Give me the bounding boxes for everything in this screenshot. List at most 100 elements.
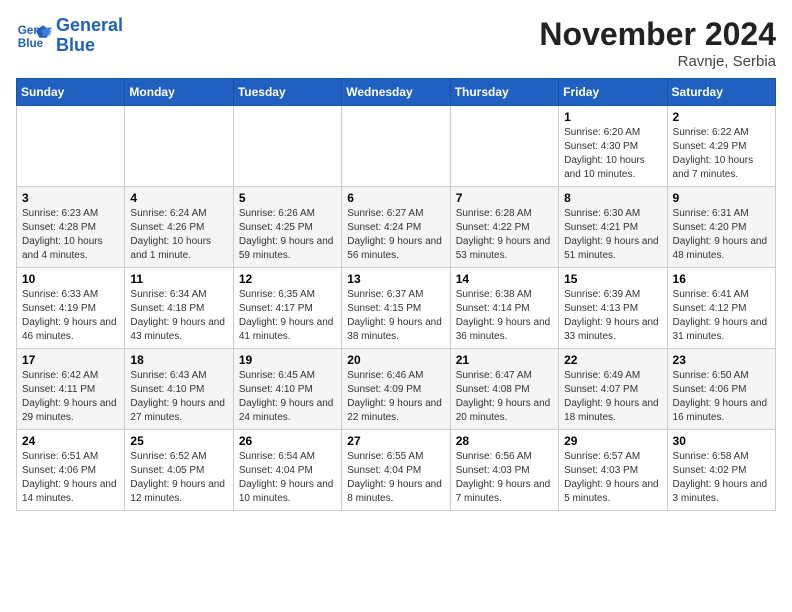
week-row-4: 17Sunrise: 6:42 AM Sunset: 4:11 PM Dayli… xyxy=(17,349,776,430)
logo-icon: General Blue xyxy=(16,18,52,54)
day-cell: 5 Sunrise: 6:26 AM Sunset: 4:25 PM Daylig… xyxy=(233,187,341,268)
day-number: 24 xyxy=(22,434,119,448)
day-info: Sunrise: 6:37 AM Sunset: 4:15 PM Dayligh… xyxy=(347,288,444,344)
day-info: Sunrise: 6:56 AM Sunset: 4:03 PM Dayligh… xyxy=(456,450,553,506)
svg-text:Blue: Blue xyxy=(18,37,44,50)
day-info: Sunrise: 6:39 AM Sunset: 4:13 PM Dayligh… xyxy=(564,288,661,344)
day-info: Sunrise: 6:51 AM Sunset: 4:06 PM Dayligh… xyxy=(22,450,119,506)
day-number: 19 xyxy=(239,353,336,367)
calendar-header: Sunday Monday Tuesday Wednesday Thursday… xyxy=(17,79,776,106)
day-info: Sunrise: 6:58 AM Sunset: 4:02 PM Dayligh… xyxy=(673,450,770,506)
day-number: 8 xyxy=(564,191,661,205)
day-cell: 22Sunrise: 6:49 AM Sunset: 4:07 PM Dayli… xyxy=(559,349,667,430)
day-cell: 2 Sunrise: 6:22 AM Sunset: 4:29 PM Daylig… xyxy=(667,106,775,187)
day-cell: 18Sunrise: 6:43 AM Sunset: 4:10 PM Dayli… xyxy=(125,349,233,430)
day-info: Sunrise: 6:28 AM Sunset: 4:22 PM Dayligh… xyxy=(456,207,553,263)
day-info: Sunrise: 6:30 AM Sunset: 4:21 PM Dayligh… xyxy=(564,207,661,263)
title-block: November 2024 Ravnje, Serbia xyxy=(539,16,776,70)
day-info: Sunrise: 6:22 AM Sunset: 4:29 PM Dayligh… xyxy=(673,126,770,182)
day-number: 28 xyxy=(456,434,553,448)
col-tuesday: Tuesday xyxy=(233,79,341,106)
day-cell xyxy=(125,106,233,187)
weekday-row: Sunday Monday Tuesday Wednesday Thursday… xyxy=(17,79,776,106)
day-info: Sunrise: 6:55 AM Sunset: 4:04 PM Dayligh… xyxy=(347,450,444,506)
day-cell: 27 Sunrise: 6:55 AM Sunset: 4:04 PM Dayli… xyxy=(342,430,450,511)
col-wednesday: Wednesday xyxy=(342,79,450,106)
day-cell xyxy=(450,106,558,187)
day-info: Sunrise: 6:35 AM Sunset: 4:17 PM Dayligh… xyxy=(239,288,336,344)
day-number: 27 xyxy=(347,434,444,448)
day-number: 10 xyxy=(22,272,119,286)
week-row-3: 10 Sunrise: 6:33 AM Sunset: 4:19 PM Dayli… xyxy=(17,268,776,349)
day-cell: 21 Sunrise: 6:47 AM Sunset: 4:08 PM Dayli… xyxy=(450,349,558,430)
day-cell: 26 Sunrise: 6:54 AM Sunset: 4:04 PM Dayli… xyxy=(233,430,341,511)
day-info: Sunrise: 6:49 AM Sunset: 4:07 PM Dayligh… xyxy=(564,369,661,425)
day-cell: 10 Sunrise: 6:33 AM Sunset: 4:19 PM Dayli… xyxy=(17,268,125,349)
day-cell: 3Sunrise: 6:23 AM Sunset: 4:28 PM Daylig… xyxy=(17,187,125,268)
day-cell: 11Sunrise: 6:34 AM Sunset: 4:18 PM Dayli… xyxy=(125,268,233,349)
day-number: 20 xyxy=(347,353,444,367)
day-cell: 8 Sunrise: 6:30 AM Sunset: 4:21 PM Daylig… xyxy=(559,187,667,268)
day-cell: 6 Sunrise: 6:27 AM Sunset: 4:24 PM Daylig… xyxy=(342,187,450,268)
day-number: 13 xyxy=(347,272,444,286)
logo-text-blue: Blue xyxy=(56,36,123,56)
day-info: Sunrise: 6:52 AM Sunset: 4:05 PM Dayligh… xyxy=(130,450,227,506)
day-info: Sunrise: 6:45 AM Sunset: 4:10 PM Dayligh… xyxy=(239,369,336,425)
day-info: Sunrise: 6:46 AM Sunset: 4:09 PM Dayligh… xyxy=(347,369,444,425)
day-cell: 16Sunrise: 6:41 AM Sunset: 4:12 PM Dayli… xyxy=(667,268,775,349)
day-info: Sunrise: 6:31 AM Sunset: 4:20 PM Dayligh… xyxy=(673,207,770,263)
day-info: Sunrise: 6:24 AM Sunset: 4:26 PM Dayligh… xyxy=(130,207,227,263)
day-number: 6 xyxy=(347,191,444,205)
day-info: Sunrise: 6:26 AM Sunset: 4:25 PM Dayligh… xyxy=(239,207,336,263)
week-row-2: 3Sunrise: 6:23 AM Sunset: 4:28 PM Daylig… xyxy=(17,187,776,268)
day-cell: 29Sunrise: 6:57 AM Sunset: 4:03 PM Dayli… xyxy=(559,430,667,511)
day-number: 2 xyxy=(673,110,770,124)
day-cell: 20 Sunrise: 6:46 AM Sunset: 4:09 PM Dayli… xyxy=(342,349,450,430)
day-info: Sunrise: 6:41 AM Sunset: 4:12 PM Dayligh… xyxy=(673,288,770,344)
day-number: 7 xyxy=(456,191,553,205)
day-cell xyxy=(233,106,341,187)
week-row-5: 24 Sunrise: 6:51 AM Sunset: 4:06 PM Dayli… xyxy=(17,430,776,511)
page-header: General Blue General Blue November 2024 … xyxy=(16,16,776,70)
day-cell: 13 Sunrise: 6:37 AM Sunset: 4:15 PM Dayli… xyxy=(342,268,450,349)
logo-text-general: General xyxy=(56,16,123,36)
day-number: 5 xyxy=(239,191,336,205)
month-title: November 2024 xyxy=(539,16,776,53)
day-number: 25 xyxy=(130,434,227,448)
col-thursday: Thursday xyxy=(450,79,558,106)
logo: General Blue General Blue xyxy=(16,16,123,56)
col-friday: Friday xyxy=(559,79,667,106)
calendar-table: Sunday Monday Tuesday Wednesday Thursday… xyxy=(16,78,776,511)
day-number: 30 xyxy=(673,434,770,448)
col-sunday: Sunday xyxy=(17,79,125,106)
day-number: 11 xyxy=(130,272,227,286)
day-cell: 12Sunrise: 6:35 AM Sunset: 4:17 PM Dayli… xyxy=(233,268,341,349)
day-info: Sunrise: 6:50 AM Sunset: 4:06 PM Dayligh… xyxy=(673,369,770,425)
day-info: Sunrise: 6:20 AM Sunset: 4:30 PM Dayligh… xyxy=(564,126,661,182)
day-number: 23 xyxy=(673,353,770,367)
day-cell: 30 Sunrise: 6:58 AM Sunset: 4:02 PM Dayli… xyxy=(667,430,775,511)
day-info: Sunrise: 6:33 AM Sunset: 4:19 PM Dayligh… xyxy=(22,288,119,344)
day-number: 21 xyxy=(456,353,553,367)
day-number: 3 xyxy=(22,191,119,205)
col-saturday: Saturday xyxy=(667,79,775,106)
calendar-body: 1 Sunrise: 6:20 AM Sunset: 4:30 PM Daylig… xyxy=(17,106,776,511)
day-info: Sunrise: 6:47 AM Sunset: 4:08 PM Dayligh… xyxy=(456,369,553,425)
day-info: Sunrise: 6:42 AM Sunset: 4:11 PM Dayligh… xyxy=(22,369,119,425)
day-number: 26 xyxy=(239,434,336,448)
day-cell xyxy=(342,106,450,187)
col-monday: Monday xyxy=(125,79,233,106)
day-info: Sunrise: 6:27 AM Sunset: 4:24 PM Dayligh… xyxy=(347,207,444,263)
day-number: 1 xyxy=(564,110,661,124)
day-number: 4 xyxy=(130,191,227,205)
day-cell: 1 Sunrise: 6:20 AM Sunset: 4:30 PM Daylig… xyxy=(559,106,667,187)
day-info: Sunrise: 6:43 AM Sunset: 4:10 PM Dayligh… xyxy=(130,369,227,425)
day-cell: 15Sunrise: 6:39 AM Sunset: 4:13 PM Dayli… xyxy=(559,268,667,349)
day-cell: 17Sunrise: 6:42 AM Sunset: 4:11 PM Dayli… xyxy=(17,349,125,430)
day-cell xyxy=(17,106,125,187)
day-cell: 7 Sunrise: 6:28 AM Sunset: 4:22 PM Daylig… xyxy=(450,187,558,268)
day-cell: 9Sunrise: 6:31 AM Sunset: 4:20 PM Daylig… xyxy=(667,187,775,268)
day-cell: 19 Sunrise: 6:45 AM Sunset: 4:10 PM Dayli… xyxy=(233,349,341,430)
day-info: Sunrise: 6:54 AM Sunset: 4:04 PM Dayligh… xyxy=(239,450,336,506)
day-cell: 28 Sunrise: 6:56 AM Sunset: 4:03 PM Dayli… xyxy=(450,430,558,511)
